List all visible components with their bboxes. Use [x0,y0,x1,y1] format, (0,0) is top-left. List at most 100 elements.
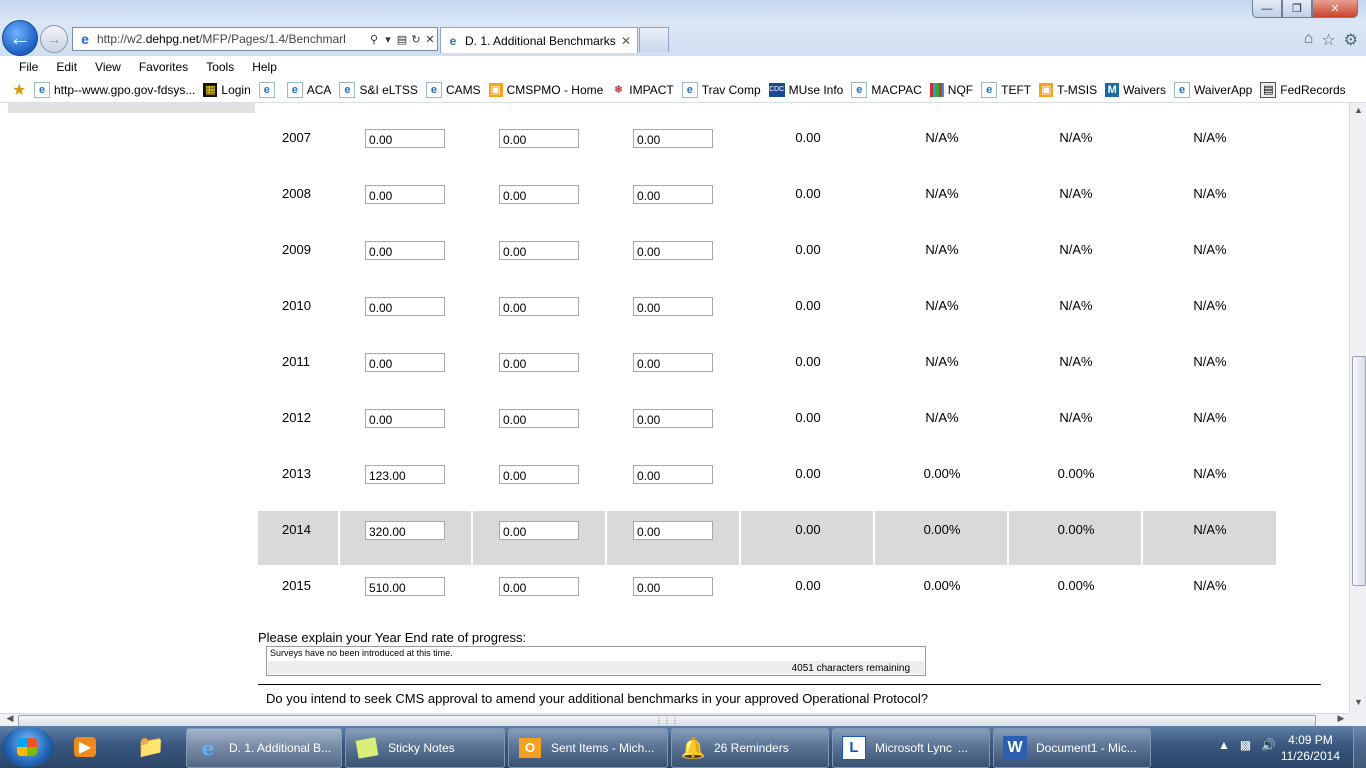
task-outlook[interactable]: O Sent Items - Mich... [508,728,668,768]
benchmark-input-2[interactable]: 0.00 [499,185,579,204]
favorite-link[interactable]: e http--www.gpo.gov-fdsys... [34,82,195,98]
scroll-left-icon[interactable]: ◀ [2,713,18,724]
horizontal-scrollbar[interactable]: ◀ ⋮⋮⋮ ▶ [0,713,1349,727]
favorite-link[interactable]: e TEFT [981,82,1031,98]
favorites-star-icon[interactable]: ☆ [1321,30,1335,50]
favorite-link[interactable]: e CAMS [425,82,481,98]
media-player-icon[interactable]: ▶ [62,728,108,766]
explain-textarea[interactable]: Surveys have no been introduced at this … [266,646,926,676]
clock[interactable]: 4:09 PM 11/26/2014 [1281,732,1340,764]
menu-edit[interactable]: Edit [47,60,86,74]
benchmark-input-1[interactable]: 320.00 [365,521,445,540]
benchmark-input-2[interactable]: 0.00 [499,297,579,316]
benchmark-input-1[interactable]: 0.00 [365,409,445,428]
benchmark-input-1[interactable]: 0.00 [365,297,445,316]
favorite-link[interactable]: e Trav Comp [681,82,761,98]
scroll-right-icon[interactable]: ▶ [1333,713,1349,724]
settings-gear-icon[interactable]: ⚙ [1344,30,1358,50]
explain-text[interactable]: Surveys have no been introduced at this … [270,648,453,658]
stop-icon[interactable]: ✕ [423,33,437,46]
favorite-link[interactable]: e MACPAC [851,82,922,98]
favorite-link[interactable]: ▤ FedRecords [1260,82,1346,98]
favorites-add-star-icon[interactable]: ★ [12,80,34,100]
favorite-link[interactable]: CDC MUse Info [768,83,843,97]
scroll-down-icon[interactable]: ▼ [1350,697,1366,713]
show-desktop-button[interactable] [1353,726,1366,768]
menu-favorites[interactable]: Favorites [130,60,197,74]
benchmark-input-2[interactable]: 0.00 [499,353,579,372]
favorite-link[interactable]: e [258,82,279,98]
file-explorer-icon[interactable]: 📁 [128,728,174,766]
benchmark-input-2[interactable]: 0.00 [499,465,579,484]
volume-icon[interactable]: 🔊 [1261,738,1276,752]
back-arrow-icon: ← [9,25,31,50]
benchmark-input-3[interactable]: 0.00 [633,129,713,148]
tab-active[interactable]: e D. 1. Additional Benchmarks ✕ [440,27,638,53]
back-button[interactable]: ← [2,20,38,56]
column-separator [1007,511,1009,565]
scroll-up-icon[interactable]: ▲ [1350,105,1366,121]
dropdown-icon[interactable]: ▾ [381,33,395,46]
compat-view-icon[interactable]: ▤ [395,33,409,46]
benchmark-input-3[interactable]: 0.00 [633,577,713,596]
menu-view[interactable]: View [86,60,130,74]
benchmark-input-1[interactable]: 0.00 [365,129,445,148]
benchmark-input-2[interactable]: 0.00 [499,129,579,148]
task-ie[interactable]: e D. 1. Additional B... [186,728,342,768]
refresh-icon[interactable]: ↻ [409,33,423,46]
show-hidden-icons-icon[interactable]: ▲ [1218,738,1230,752]
address-bar[interactable]: e http://w2.dehpg.net/MFP/Pages/1.4/Benc… [72,27,438,51]
benchmark-input-1[interactable]: 0.00 [365,241,445,260]
benchmark-input-3[interactable]: 0.00 [633,297,713,316]
benchmark-input-3[interactable]: 0.00 [633,521,713,540]
task-sticky-notes[interactable]: Sticky Notes [345,728,505,768]
network-icon[interactable]: ▩ [1240,738,1251,752]
start-button[interactable] [2,727,54,767]
address-url[interactable]: http://w2.dehpg.net/MFP/Pages/1.4/Benchm… [97,32,367,46]
m-icon: M [1105,83,1120,97]
ie-page-icon: e [286,82,303,98]
benchmark-input-2[interactable]: 0.00 [499,521,579,540]
menu-file[interactable]: File [0,60,47,74]
favorite-link[interactable]: ❅ IMPACT [611,83,674,97]
menu-help[interactable]: Help [243,60,286,74]
clock-date: 11/26/2014 [1280,749,1340,763]
forward-button[interactable]: → [40,25,68,53]
benchmark-input-1[interactable]: 123.00 [365,465,445,484]
home-icon[interactable]: ⌂ [1304,30,1314,50]
favorite-link[interactable]: e ACA [286,82,331,98]
benchmark-input-3[interactable]: 0.00 [633,409,713,428]
task-word[interactable]: W Document1 - Mic... [993,728,1151,768]
tab-close-icon[interactable]: ✕ [621,34,637,48]
new-tab-button[interactable] [639,27,669,52]
benchmark-input-3[interactable]: 0.00 [633,185,713,204]
benchmark-input-3[interactable]: 0.00 [633,465,713,484]
task-reminders[interactable]: 🔔 26 Reminders [671,728,829,768]
percent-cell-2: 0.00% [1057,578,1095,593]
table-row: 2011 0.00 0.00 0.00 0.00 N/A% N/A% N/A% [258,343,1276,397]
benchmark-input-2[interactable]: 0.00 [499,409,579,428]
benchmark-input-1[interactable]: 510.00 [365,577,445,596]
left-panel-bottom [8,103,255,113]
search-icon[interactable]: ⚲ [367,33,381,46]
benchmark-input-3[interactable]: 0.00 [633,353,713,372]
minimize-button[interactable]: — [1252,0,1282,18]
benchmark-input-2[interactable]: 0.00 [499,241,579,260]
favorite-link[interactable]: e S&I eLTSS [339,82,418,98]
vertical-scrollbar[interactable]: ▲ ▼ [1349,103,1366,713]
maximize-button[interactable]: ❐ [1282,0,1312,18]
favorite-link[interactable]: NQF [929,83,973,97]
benchmark-input-3[interactable]: 0.00 [633,241,713,260]
menu-tools[interactable]: Tools [197,60,243,74]
favorite-link[interactable]: e WaiverApp [1174,82,1252,98]
task-lync[interactable]: L Microsoft Lync ... [832,728,990,768]
benchmark-input-2[interactable]: 0.00 [499,577,579,596]
close-button[interactable]: ✕ [1312,0,1358,18]
benchmark-input-1[interactable]: 0.00 [365,185,445,204]
vertical-scroll-thumb[interactable] [1352,356,1366,586]
favorite-link[interactable]: ▣ CMSPMO - Home [488,83,603,97]
favorite-link[interactable]: ▣ T-MSIS [1039,83,1097,97]
favorite-link[interactable]: ▦ Login [203,83,251,97]
benchmark-input-1[interactable]: 0.00 [365,353,445,372]
favorite-link[interactable]: M Waivers [1105,83,1166,97]
